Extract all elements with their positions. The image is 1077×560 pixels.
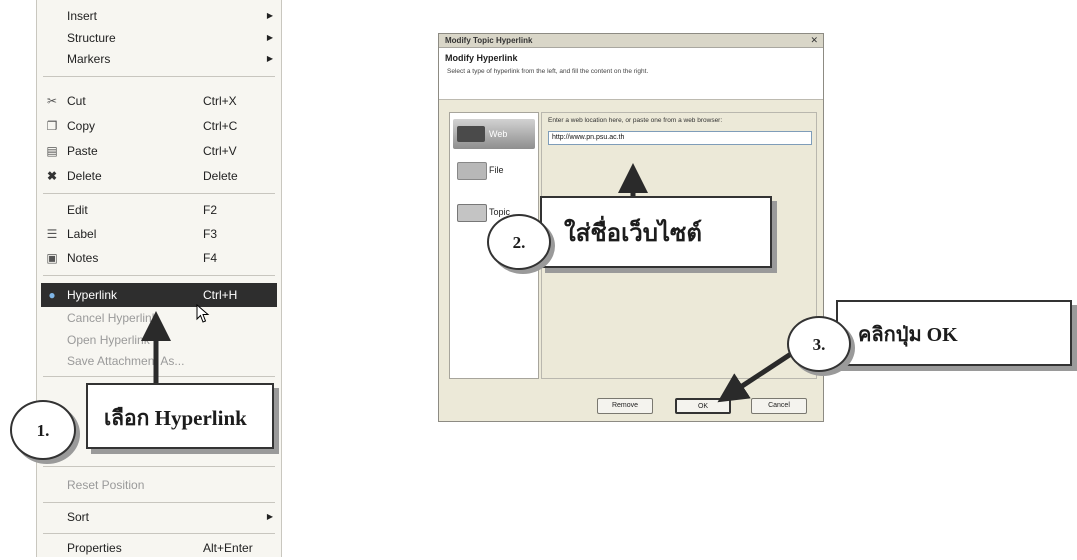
step3-number: 3. [787, 316, 851, 372]
callout-text: คลิกปุ่ม OK [858, 324, 958, 346]
callout-step1: เลือก Hyperlink [86, 383, 274, 449]
callout-step3: คลิกปุ่ม OK [836, 300, 1072, 366]
callout-step2: ใส่ชื่อเว็บไซต์ [540, 196, 772, 268]
callout-text: ใส่ชื่อเว็บไซต์ [564, 221, 702, 247]
step1-number: 1. [10, 400, 76, 460]
step2-number: 2. [487, 214, 551, 270]
annotation-arrows [141, 163, 802, 403]
callout-text: เลือก Hyperlink [104, 406, 247, 430]
